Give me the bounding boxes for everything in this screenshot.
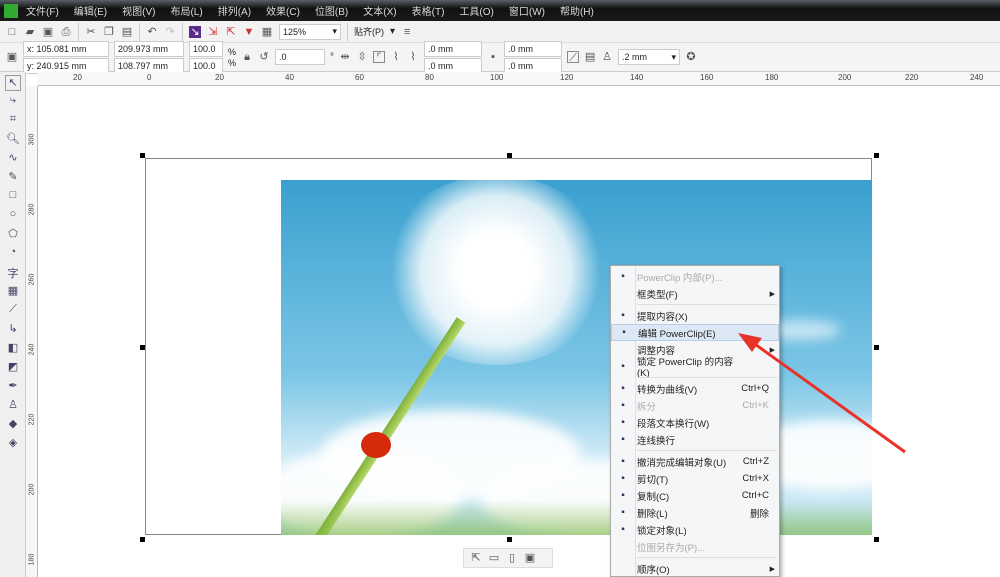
- selection-handle[interactable]: [140, 345, 145, 350]
- selection-handle[interactable]: [874, 345, 879, 350]
- selection-handle[interactable]: [507, 537, 512, 542]
- selection-handle[interactable]: [507, 153, 512, 158]
- selection-handle[interactable]: [874, 153, 879, 158]
- selection-handle[interactable]: [140, 537, 145, 542]
- annotation-arrow: [738, 333, 906, 454]
- selection-handle[interactable]: [874, 537, 879, 542]
- selection-handle[interactable]: [140, 153, 145, 158]
